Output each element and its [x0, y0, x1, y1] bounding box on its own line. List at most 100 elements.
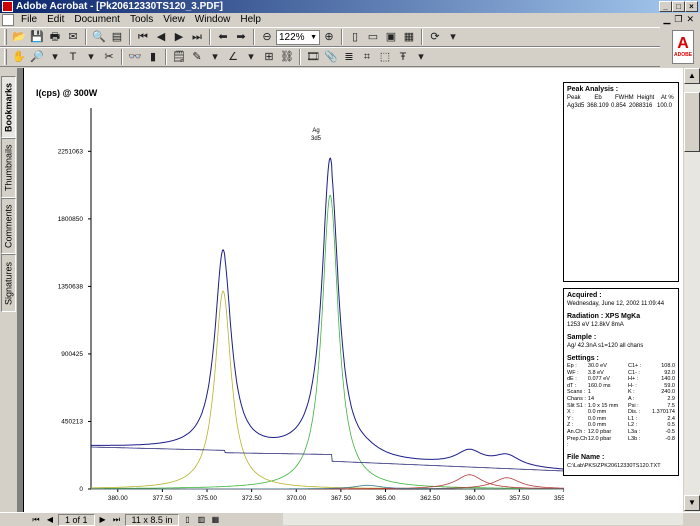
menu-file[interactable]: File	[16, 13, 42, 27]
doc-minimize-button[interactable]: ▁	[663, 14, 670, 25]
fit-width-icon[interactable]: ▣	[383, 29, 399, 45]
menu-tools[interactable]: Tools	[125, 13, 158, 27]
settings-cell: -0.5	[665, 428, 675, 435]
text-select-icon[interactable]: T	[65, 49, 81, 65]
scrollbar-thumb[interactable]	[684, 92, 700, 152]
menu-edit[interactable]: Edit	[42, 13, 69, 27]
toolbar-grip-2[interactable]	[4, 49, 7, 65]
zoom-out-icon[interactable]: ⊖	[259, 29, 275, 45]
go-forward-icon[interactable]: ➡	[233, 29, 249, 45]
print-icon[interactable]: 🖶	[47, 29, 63, 45]
settings-cell: 1.370174	[652, 409, 675, 416]
fit-page-icon[interactable]: ▭	[365, 29, 381, 45]
settings-cell: WF :	[567, 369, 579, 376]
first-page-icon[interactable]: ⏮	[135, 29, 151, 45]
doc-close-button[interactable]: ✕	[686, 14, 694, 25]
scroll-up-icon[interactable]: ▲	[684, 68, 700, 84]
menu-help[interactable]: Help	[235, 13, 266, 27]
settings-cell: L2 :	[627, 422, 638, 429]
document-icon[interactable]	[2, 14, 14, 26]
peak-annotation-element: Ag	[312, 128, 319, 134]
header-peak: Peak	[567, 95, 581, 101]
minimize-button[interactable]: _	[659, 1, 672, 12]
scissors-icon[interactable]: ✂	[101, 49, 117, 65]
zoom-level-select[interactable]: 122% ▼	[276, 29, 320, 45]
movie-tool-icon[interactable]: 🎞	[305, 49, 321, 65]
form-tool-icon[interactable]: ⊞	[261, 49, 277, 65]
tab-signatures[interactable]: Signatures	[1, 254, 16, 312]
first-page-status-icon[interactable]: ⏮	[30, 514, 42, 526]
maximize-button[interactable]: □	[672, 1, 685, 12]
horizontal-scrollbar[interactable]	[283, 513, 683, 525]
x-tick-label: 375.00	[197, 495, 217, 502]
settings-cell: Psi :	[627, 402, 639, 409]
single-page-icon[interactable]: ▯	[181, 514, 193, 526]
settings-row: Scans :1 K : 240.0	[567, 389, 675, 396]
binoculars-icon[interactable]: 👓	[127, 49, 143, 65]
article-tool-icon[interactable]: ≣	[341, 49, 357, 65]
search-icon[interactable]: 🔍	[91, 29, 107, 45]
note-tool-icon[interactable]: 🗒	[171, 49, 187, 65]
tab-bookmarks[interactable]: Bookmarks	[1, 76, 16, 138]
doc-restore-button[interactable]: ❐	[674, 14, 682, 25]
zoom-in-icon[interactable]: ⊕	[321, 29, 337, 45]
menu-view[interactable]: View	[158, 13, 190, 27]
crop-tool-icon[interactable]: ⌗	[359, 49, 375, 65]
settings-row: An.Ch :12.0 pbar L3a : -0.5	[567, 429, 675, 436]
show-hide-navigation-icon[interactable]: ▤	[109, 29, 125, 45]
x-tick-label: 377.50	[152, 495, 172, 502]
settings-cell: L3a :	[627, 428, 641, 435]
touchup-text-icon[interactable]: Ŧ	[395, 49, 411, 65]
save-icon[interactable]: 💾	[29, 29, 45, 45]
go-back-icon[interactable]: ⬅	[215, 29, 231, 45]
menu-document[interactable]: Document	[69, 13, 125, 27]
settings-cell: L3b :	[627, 435, 641, 442]
last-page-status-icon[interactable]: ⏭	[111, 514, 123, 526]
previous-page-icon[interactable]: ◀	[153, 29, 169, 45]
adobe-logo: A ADOBE	[672, 30, 694, 64]
cell-at-percent: 100.0	[657, 103, 673, 109]
toolbar-grip[interactable]	[4, 29, 7, 45]
vertical-scrollbar[interactable]: ▲ ▼	[683, 68, 700, 512]
attach-tool-icon[interactable]: 📎	[323, 49, 339, 65]
y-tick-label: 0	[79, 486, 83, 493]
zoom-tool-icon[interactable]: 🔎	[29, 49, 45, 65]
highlight-icon[interactable]: ▮	[145, 49, 161, 65]
page-indicator[interactable]: 1 of 1	[58, 513, 95, 526]
last-page-icon[interactable]: ⏭	[189, 29, 205, 45]
next-page-status-icon[interactable]: ▶	[97, 514, 109, 526]
pencil-chevron-icon[interactable]: ▾	[207, 49, 223, 65]
next-page-icon[interactable]: ▶	[171, 29, 187, 45]
rotate-chevron-icon[interactable]: ▾	[445, 29, 461, 45]
settings-cell: 0.0 mm	[587, 409, 607, 416]
actual-size-icon[interactable]: ▯	[347, 29, 363, 45]
sample-value: Ag/ 42.3nA s1=120 all chans	[567, 343, 644, 349]
settings-row: Prep.Ch :12.0 pbar L3b : -0.8	[567, 436, 675, 449]
open-icon[interactable]: 📂	[11, 29, 27, 45]
peak-annotation-level: 3d5	[311, 136, 322, 142]
tab-thumbnails[interactable]: Thumbnails	[1, 138, 16, 198]
settings-row: Chans :14 A : 2.9	[567, 396, 675, 403]
scroll-down-icon[interactable]: ▼	[684, 495, 700, 511]
facing-icon[interactable]: ▦	[209, 514, 221, 526]
settings-row: dT : 160.0 ms H- : 59.0	[567, 383, 675, 390]
settings-row: X : 0.0 mm Dis. : 1.370174	[567, 409, 675, 416]
link-tool-icon[interactable]: ⛓	[279, 49, 295, 65]
line-tool-icon[interactable]: ∠	[225, 49, 241, 65]
close-button[interactable]: ×	[685, 1, 698, 12]
pencil-tool-icon[interactable]: ✎	[189, 49, 205, 65]
hand-tool-icon[interactable]: ✋	[11, 49, 27, 65]
line-chevron-icon[interactable]: ▾	[243, 49, 259, 65]
tab-comments[interactable]: Comments	[1, 198, 16, 254]
touchup-chevron-icon[interactable]: ▾	[413, 49, 429, 65]
settings-cell: -0.8	[665, 435, 675, 442]
zoom-tool-chevron-icon[interactable]: ▾	[47, 49, 63, 65]
rotate-view-icon[interactable]: ⟳	[427, 29, 443, 45]
menu-window[interactable]: Window	[190, 13, 236, 27]
touchup-object-icon[interactable]: ⬚	[377, 49, 393, 65]
text-select-chevron-icon[interactable]: ▾	[83, 49, 99, 65]
reflow-icon[interactable]: ▦	[401, 29, 417, 45]
continuous-icon[interactable]: ▥	[195, 514, 207, 526]
previous-page-status-icon[interactable]: ◀	[44, 514, 56, 526]
email-icon[interactable]: ✉	[65, 29, 81, 45]
